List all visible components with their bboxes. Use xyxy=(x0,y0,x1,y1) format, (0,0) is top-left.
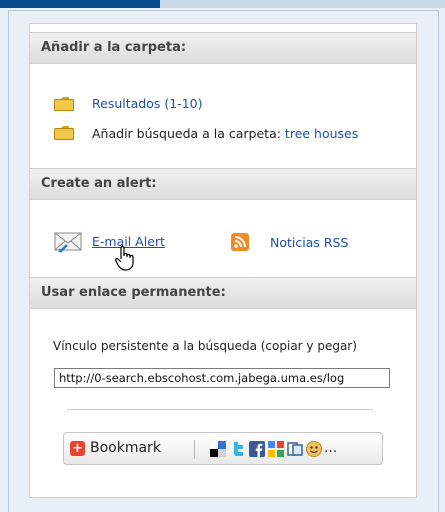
top-bar xyxy=(0,0,445,8)
facebook-icon[interactable] xyxy=(249,441,265,457)
twitter-icon[interactable] xyxy=(230,441,246,457)
rss-icon[interactable] xyxy=(231,233,249,251)
alert-section-header: Create an alert: xyxy=(30,168,416,200)
add-search-label: Añadir búsqueda a la carpeta: xyxy=(92,126,285,141)
folder-icon xyxy=(54,126,74,140)
rss-link[interactable]: Noticias RSS xyxy=(270,235,348,250)
divider xyxy=(67,409,373,410)
share-bar: + Bookmark ... xyxy=(63,432,383,465)
bookmark-icon[interactable]: + xyxy=(70,441,85,456)
more-services-button[interactable]: ... xyxy=(324,440,337,456)
google-icon[interactable] xyxy=(268,441,284,457)
folder-icon xyxy=(54,97,74,111)
add-search-row: Añadir búsqueda a la carpeta: tree house… xyxy=(92,126,358,141)
active-tab-indicator xyxy=(0,0,160,8)
smiley-icon[interactable] xyxy=(306,441,322,457)
tools-card: Añadir a la carpeta: Resultados (1-10) A… xyxy=(29,23,417,498)
permalink-url-field[interactable] xyxy=(54,368,390,388)
share-separator xyxy=(194,440,195,459)
digg-icon[interactable] xyxy=(287,441,303,457)
add-search-link[interactable]: tree houses xyxy=(285,126,358,141)
hand-cursor-icon xyxy=(115,245,134,271)
folder-section-header: Añadir a la carpeta: xyxy=(30,32,416,64)
envelope-icon xyxy=(54,232,82,253)
results-link[interactable]: Resultados (1-10) xyxy=(92,96,202,111)
permalink-section-header: Usar enlace permanente: xyxy=(30,277,416,309)
delicious-icon[interactable] xyxy=(210,441,226,457)
bookmark-button[interactable]: Bookmark xyxy=(90,440,161,456)
permalink-label: Vínculo persistente a la búsqueda (copia… xyxy=(53,339,357,353)
